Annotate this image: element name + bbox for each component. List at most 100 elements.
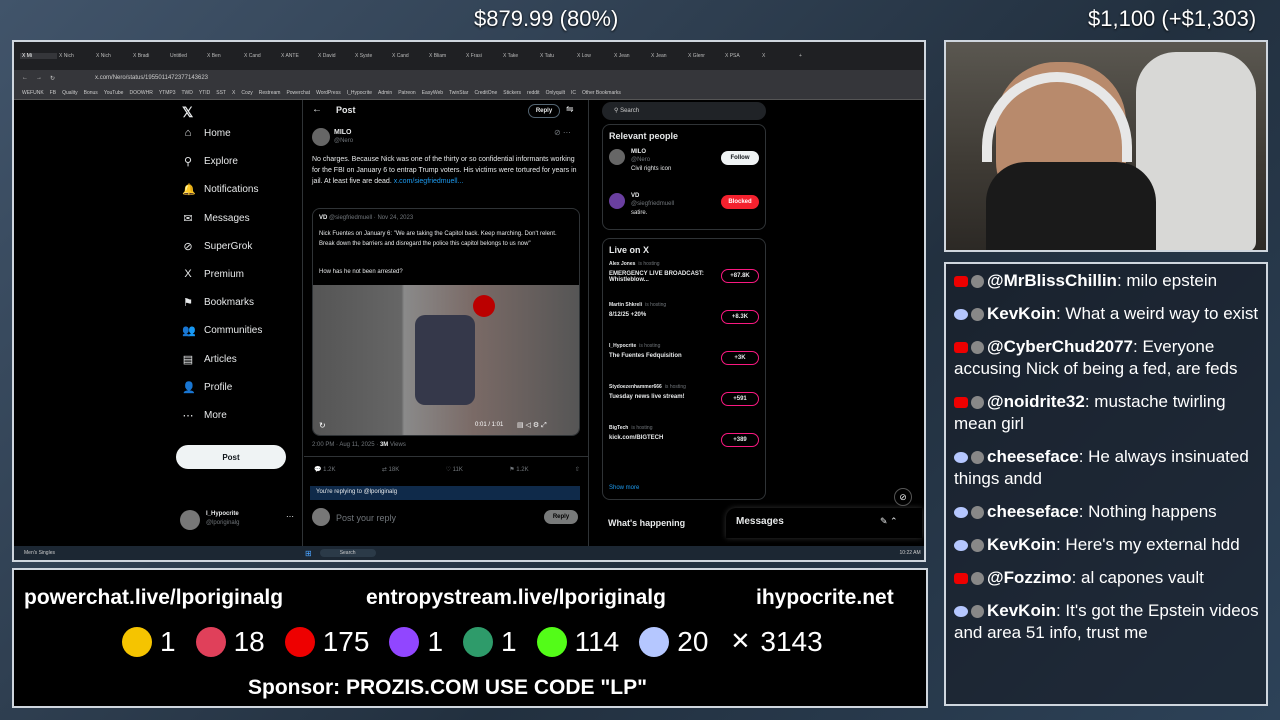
bookmark-item[interactable]: EasyWeb	[422, 90, 443, 96]
reply-stat[interactable]: 💬 1.2K	[314, 466, 335, 473]
bookmark-item[interactable]: YouTube	[104, 90, 124, 96]
browser-tab[interactable]: Untitled	[168, 53, 205, 59]
bookmark-item[interactable]: Other Bookmarks	[582, 90, 621, 96]
browser-tab[interactable]: X Tatu	[538, 53, 575, 59]
browser-tab[interactable]: X Bradi	[131, 53, 168, 59]
live-listener-count[interactable]: +591	[721, 392, 759, 406]
person-name[interactable]: VD	[631, 193, 639, 199]
author-name[interactable]: MILO	[334, 129, 352, 136]
browser-tab[interactable]: X Jean	[612, 53, 649, 59]
browser-tab[interactable]: X Ben	[205, 53, 242, 59]
live-listener-count[interactable]: +87.8K	[721, 269, 759, 283]
weather-widget[interactable]: Men's Singles	[24, 550, 55, 556]
bookmark-item[interactable]: YTID	[199, 90, 210, 96]
browser-tab[interactable]: X	[760, 53, 797, 59]
bookmark-item[interactable]: Onlyquilt	[546, 90, 565, 96]
bookmark-item[interactable]: Bonus	[84, 90, 98, 96]
nav-item-articles[interactable]: ▤ Articles	[182, 353, 237, 366]
live-title[interactable]: kick.com/BIGTECH	[609, 435, 713, 441]
bookmark-item[interactable]: WordPress	[316, 90, 341, 96]
browser-tab[interactable]: X Mi	[20, 53, 57, 59]
live-title[interactable]: 8/12/25 +20%	[609, 312, 713, 318]
url-text[interactable]: x.com/Nero/status/1955011472377143623	[95, 75, 208, 81]
video-player[interactable]: ↻ 0:01 / 1:01 ▤ ◁ ⚙ ⤢	[313, 285, 579, 435]
live-title[interactable]: The Fuentes Fedquisition	[609, 353, 713, 359]
repost-stat[interactable]: ⇄ 18K	[382, 466, 399, 473]
reply-top-button[interactable]: Reply	[528, 104, 560, 118]
bookmark-item[interactable]: SST	[216, 90, 226, 96]
back-icon[interactable]: ←	[22, 75, 28, 81]
nav-item-premium[interactable]: X Premium	[182, 268, 244, 280]
bookmark-item[interactable]: Powerchat	[286, 90, 310, 96]
bookmark-item[interactable]: CreditOne	[474, 90, 497, 96]
live-listener-count[interactable]: +8.3K	[721, 310, 759, 324]
bookmark-item[interactable]: I_Hypocrite	[347, 90, 372, 96]
bookmark-item[interactable]: Admin	[378, 90, 392, 96]
reply-submit-button[interactable]: Reply	[544, 510, 578, 524]
browser-tab[interactable]: X Glenr	[686, 53, 723, 59]
nav-item-home[interactable]: ⌂ Home	[182, 127, 231, 139]
nav-item-messages[interactable]: ✉ Messages	[182, 212, 249, 225]
bookmark-item[interactable]: X	[232, 90, 235, 96]
nav-item-notifications[interactable]: 🔔 Notifications	[182, 183, 258, 196]
browser-tab[interactable]: X Nich	[57, 53, 94, 59]
bookmark-item[interactable]: WEFUNK	[22, 90, 44, 96]
taskbar-search[interactable]: Search	[319, 549, 376, 557]
bookmark-item[interactable]: Quality	[62, 90, 78, 96]
forward-icon[interactable]: →	[36, 75, 42, 81]
nav-item-communities[interactable]: 👥 Communities	[182, 324, 262, 337]
reload-icon[interactable]: ↻	[50, 75, 55, 82]
browser-tab[interactable]: X Nich	[94, 53, 131, 59]
nav-item-bookmarks[interactable]: ⚑ Bookmarks	[182, 296, 254, 309]
post-button[interactable]: Post	[176, 445, 286, 469]
browser-tab[interactable]: X Low	[575, 53, 612, 59]
person-name[interactable]: MILO	[631, 149, 646, 155]
browser-tab[interactable]: X Bliam	[427, 53, 464, 59]
live-listener-count[interactable]: +3K	[721, 351, 759, 365]
bookmark-item[interactable]: YTMP3	[159, 90, 176, 96]
browser-tab[interactable]: +	[797, 53, 811, 59]
replay-icon[interactable]: ↻	[319, 421, 326, 430]
quote-card[interactable]: VD @siegfriedmuell · Nov 24, 2023 Nick F…	[312, 208, 580, 436]
browser-tab[interactable]: X Cand	[390, 53, 427, 59]
avatar[interactable]	[609, 149, 625, 165]
address-bar[interactable]: ← → ↻ x.com/Nero/status/1955011472377143…	[14, 70, 924, 86]
nav-item-explore[interactable]: ⚲ Explore	[182, 155, 238, 168]
live-title[interactable]: EMERGENCY LIVE BROADCAST: Whistleblow...	[609, 271, 713, 283]
browser-tab[interactable]: X David	[316, 53, 353, 59]
bookmark-item[interactable]: Stickers	[503, 90, 521, 96]
bookmark-item[interactable]: reddit	[527, 90, 540, 96]
browser-tab[interactable]: X Syste	[353, 53, 390, 59]
bookmark-item[interactable]: FB	[50, 90, 56, 96]
messages-drawer[interactable]: Messages ✎ ⌃	[726, 508, 922, 538]
like-stat[interactable]: ♡ 11K	[446, 466, 463, 473]
bookmark-item[interactable]: Restream	[259, 90, 281, 96]
follow-button[interactable]: Follow	[721, 151, 759, 165]
settings-icon[interactable]: ⇋	[566, 104, 574, 115]
browser-tab[interactable]: X Take	[501, 53, 538, 59]
reply-input[interactable]: Post your reply	[336, 513, 396, 523]
live-title[interactable]: Tuesday news live stream!	[609, 394, 713, 400]
tweet-link[interactable]: x.com/siegfriedmuell...	[394, 178, 464, 185]
nav-item-more[interactable]: ⋯ More	[182, 409, 227, 422]
more-icon[interactable]: ⋯	[286, 512, 294, 521]
bookmark-item[interactable]: TWD	[181, 90, 192, 96]
bookmark-item[interactable]: TwinStar	[449, 90, 468, 96]
x-logo-icon[interactable]: 𝕏	[182, 104, 193, 121]
windows-start-icon[interactable]: ⊞	[305, 549, 312, 558]
grok-icon[interactable]: ⊘	[894, 488, 912, 506]
expand-icon[interactable]: ✎ ⌃	[880, 516, 898, 527]
share-icon[interactable]: ⇧	[575, 466, 580, 473]
browser-tab[interactable]: X Cand	[242, 53, 279, 59]
avatar[interactable]	[609, 193, 625, 209]
search-input[interactable]: ⚲ Search	[602, 102, 766, 120]
browser-tab[interactable]: X PSA	[723, 53, 760, 59]
back-arrow-icon[interactable]: ←	[312, 104, 322, 115]
show-more-link[interactable]: Show more	[609, 485, 639, 491]
blocked-button[interactable]: Blocked	[721, 195, 759, 209]
browser-tab[interactable]: X Frasi	[464, 53, 501, 59]
bookmark-item[interactable]: Cozy	[241, 90, 252, 96]
live-listener-count[interactable]: +389	[721, 433, 759, 447]
nav-item-profile[interactable]: 👤 Profile	[182, 381, 232, 394]
grok-icon[interactable]: ⊘ ⋯	[554, 128, 571, 137]
